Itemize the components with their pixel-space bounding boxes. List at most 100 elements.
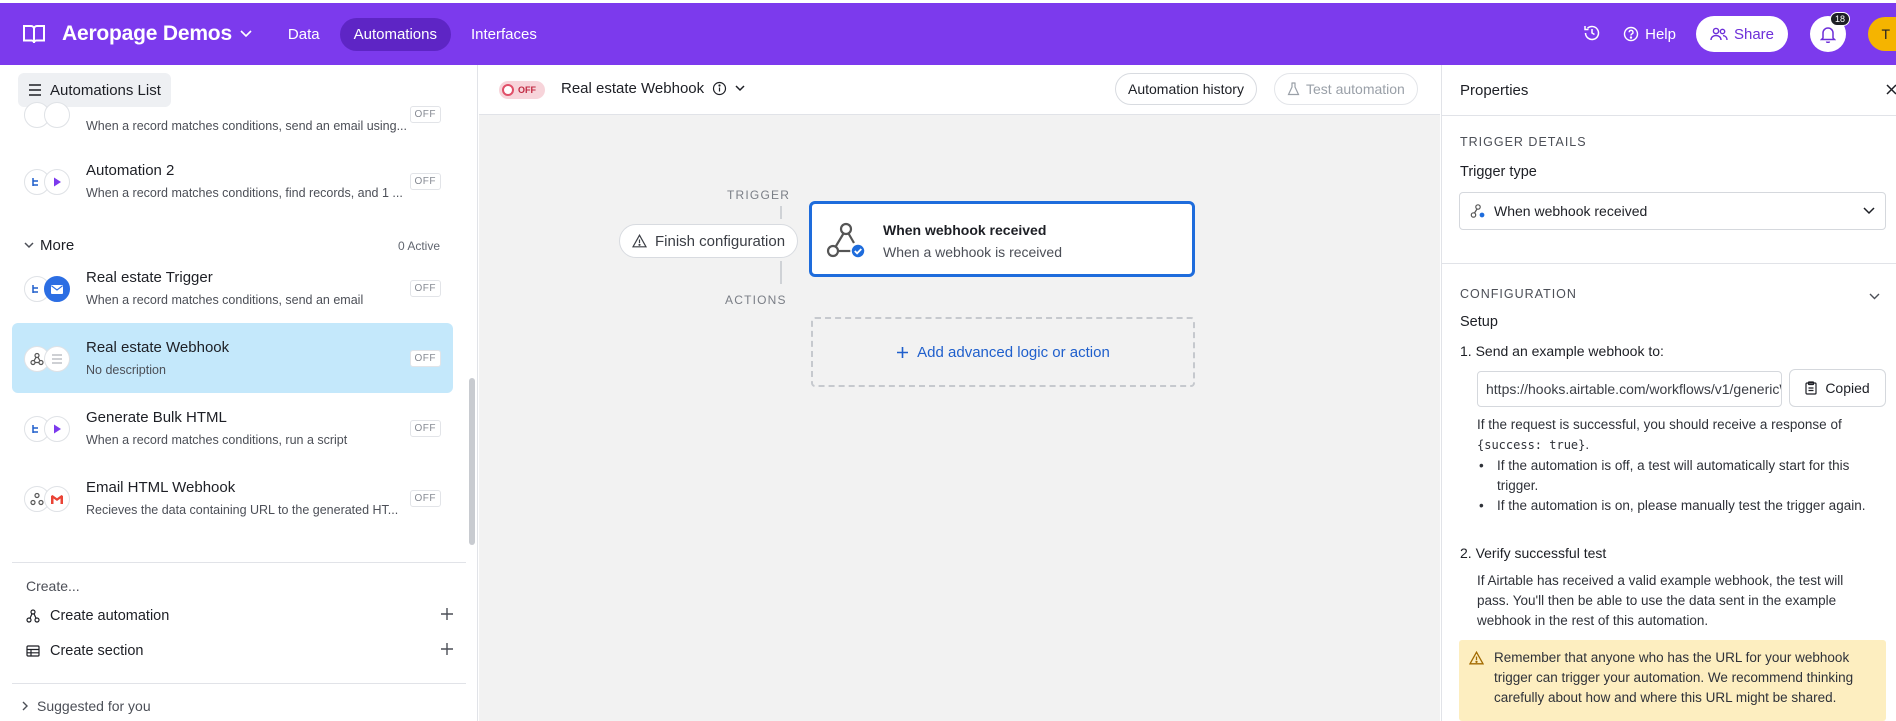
create-label: Create... (26, 578, 80, 594)
create-automation-button[interactable]: Create automation (26, 607, 454, 625)
book-icon[interactable] (20, 20, 48, 48)
chevron-down-icon[interactable] (240, 30, 252, 38)
finish-configuration-button[interactable]: Finish configuration (619, 224, 799, 258)
divider (12, 683, 466, 684)
automation-item[interactable]: Generate Bulk HTML When a record matches… (12, 393, 453, 463)
email-icon (44, 276, 70, 302)
close-icon[interactable] (1886, 82, 1896, 98)
status-badge: OFF (409, 280, 441, 297)
step2-label: 2. Verify successful test (1460, 545, 1607, 561)
notifications-button[interactable]: 18 (1810, 12, 1850, 52)
connector-line (780, 206, 782, 219)
bullet-off: If the automation is off, a test will au… (1477, 456, 1877, 496)
warning-box: Remember that anyone who has the URL for… (1459, 640, 1886, 721)
test-automation-button[interactable]: Test automation (1274, 73, 1418, 105)
connector-line (780, 261, 782, 284)
plus-icon[interactable] (440, 607, 454, 625)
actions-label: ACTIONS (725, 293, 787, 307)
add-action-button[interactable]: Add advanced logic or action (811, 317, 1195, 387)
trigger-type-select[interactable]: When webhook received (1459, 192, 1886, 230)
automation-canvas: OFF Real estate Webhook Automation histo… (479, 65, 1440, 721)
info-icon[interactable] (712, 81, 727, 96)
webhook-icon (824, 218, 868, 262)
play-icon (44, 416, 70, 442)
top-nav: Data Automations Interfaces (274, 17, 551, 51)
automation-item[interactable]: When a record matches conditions, send a… (12, 79, 453, 149)
automation-toggle[interactable]: OFF (499, 81, 545, 99)
success-text-line: If the request is successful, you should… (1477, 417, 1842, 432)
avatar[interactable]: T (1868, 17, 1896, 51)
table-icon (26, 645, 40, 657)
section-name: More (40, 237, 75, 254)
automation-item-desc: When a record matches conditions, find r… (86, 186, 403, 200)
status-badge: OFF (409, 490, 441, 507)
play-icon (44, 169, 70, 195)
suggested-label: Suggested for you (37, 698, 151, 714)
bullet-on: If the automation is on, please manually… (1477, 496, 1877, 516)
base-name[interactable]: Aeropage Demos (62, 22, 232, 46)
properties-title: Properties (1460, 82, 1529, 99)
help-icon (1623, 26, 1639, 42)
item-icons (24, 346, 74, 374)
divider (1442, 115, 1896, 116)
automation-item[interactable]: Real estate Trigger When a record matche… (12, 253, 453, 323)
automation-item-title: Real estate Webhook (86, 339, 230, 356)
status-badge: OFF (409, 173, 441, 190)
automation-item-desc: When a record matches conditions, send a… (86, 293, 364, 307)
divider (12, 562, 466, 563)
share-button[interactable]: Share (1695, 16, 1788, 52)
plus-icon[interactable] (440, 642, 454, 660)
warning-icon (632, 234, 647, 248)
help-button[interactable]: Help (1623, 26, 1676, 43)
automation-history-button[interactable]: Automation history (1115, 73, 1257, 105)
chevron-down-icon[interactable] (735, 85, 745, 92)
nav-interfaces[interactable]: Interfaces (457, 18, 551, 51)
properties-panel: Properties TRIGGER DETAILS Trigger type … (1441, 65, 1896, 721)
bell-icon (1820, 27, 1836, 43)
item-icons (24, 276, 74, 304)
configuration-title: CONFIGURATION (1460, 287, 1577, 301)
nav-data[interactable]: Data (274, 18, 334, 51)
list-icon (44, 346, 70, 372)
top-bar: Aeropage Demos Data Automations Interfac… (0, 3, 1896, 65)
automation-item[interactable]: Email HTML Webhook Recieves the data con… (12, 463, 453, 533)
history-icon[interactable] (1583, 24, 1601, 45)
automation-item[interactable]: Automation 2 When a record matches condi… (12, 146, 453, 216)
copied-button[interactable]: Copied (1789, 369, 1886, 407)
trigger-card-desc: When a webhook is received (883, 244, 1062, 260)
share-label: Share (1733, 25, 1774, 43)
automation-item-title: Automation 2 (86, 162, 175, 179)
section-more[interactable]: More 0 Active (24, 237, 440, 254)
automation-item-title: Generate Bulk HTML (86, 409, 227, 426)
create-section-button[interactable]: Create section (26, 642, 454, 660)
nav-automations[interactable]: Automations (339, 17, 451, 51)
sidebar-scrollbar[interactable] (469, 378, 475, 545)
trigger-card[interactable]: When webhook received When a webhook is … (809, 201, 1195, 277)
automation-item-title: Email HTML Webhook (86, 479, 236, 496)
automation-item-desc: Recieves the data containing URL to the … (86, 503, 399, 517)
create-automation-label: Create automation (50, 608, 170, 624)
status-badge: OFF (409, 106, 441, 123)
warning-text: Remember that anyone who has the URL for… (1494, 650, 1854, 705)
toggle-knob (502, 84, 514, 96)
flask-icon (1287, 82, 1300, 96)
chevron-down-icon (24, 242, 34, 249)
success-text: If the request is successful, you should… (1477, 417, 1842, 452)
trigger-label: TRIGGER (727, 188, 791, 202)
item-icons (24, 169, 74, 197)
divider (1442, 263, 1896, 264)
help-label: Help (1645, 25, 1676, 43)
automation-item-desc: When a record matches conditions, run a … (86, 433, 348, 447)
suggested-for-you[interactable]: Suggested for you (22, 698, 151, 714)
automation-name-text: Real estate Webhook (561, 80, 705, 97)
top-right-actions: Help Share 18 T (1583, 12, 1896, 52)
automation-name[interactable]: Real estate Webhook (561, 80, 745, 97)
webhook-url-input[interactable]: https://hooks.airtable.com/workflows/v1/… (1477, 371, 1782, 407)
trigger-type-label: Trigger type (1460, 164, 1537, 180)
automation-item-selected[interactable]: Real estate Webhook No description OFF (12, 323, 453, 393)
chevron-down-icon[interactable] (1869, 287, 1880, 303)
warning-icon (1468, 650, 1485, 668)
status-badge: OFF (409, 350, 441, 367)
copied-label: Copied (1825, 380, 1870, 396)
chevron-right-icon (22, 701, 28, 711)
